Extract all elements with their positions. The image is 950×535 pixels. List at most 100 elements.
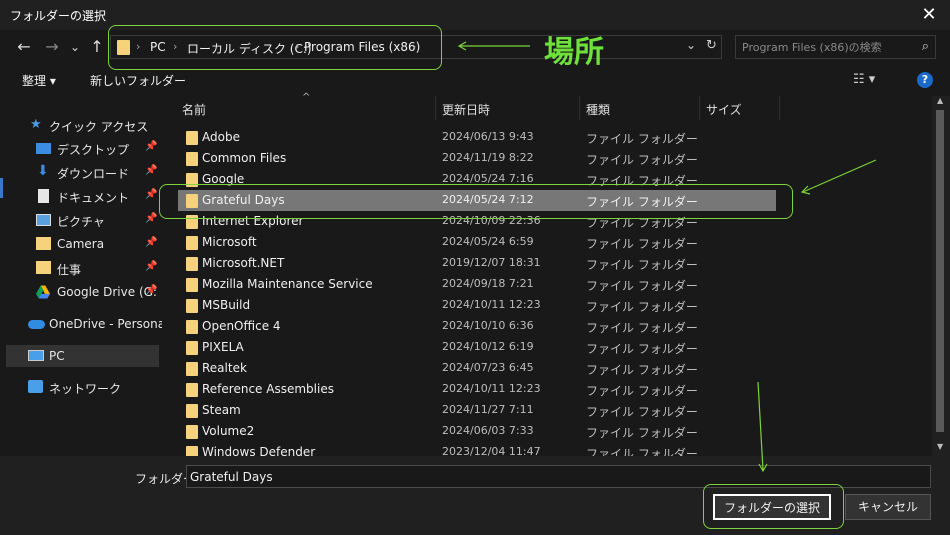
folder-type: ファイル フォルダー xyxy=(586,258,698,272)
column-divider[interactable] xyxy=(779,96,780,120)
refresh-icon[interactable]: ↻ xyxy=(706,38,717,53)
folder-type: ファイル フォルダー xyxy=(586,405,698,419)
pin-icon[interactable]: 📌 xyxy=(145,141,157,152)
nav-item-label: ネットワーク xyxy=(49,382,122,396)
help-icon[interactable]: ? xyxy=(917,72,933,88)
folder-name: Adobe xyxy=(202,130,240,144)
folder-icon xyxy=(186,152,198,166)
nav-item-pc[interactable]: PC xyxy=(6,345,159,367)
pc-icon xyxy=(28,350,44,361)
column-divider[interactable] xyxy=(435,96,436,120)
folder-row[interactable]: Realtek 2024/07/23 6:45 ファイル フォルダー xyxy=(178,358,776,379)
folder-icon xyxy=(186,404,198,418)
nav-item-label: クイック アクセス xyxy=(49,120,149,134)
scroll-up-icon[interactable]: ▲ xyxy=(937,96,943,105)
folder-date: 2024/11/19 8:22 xyxy=(442,151,534,164)
focus-indicator xyxy=(0,178,3,198)
folder-row[interactable]: Mozilla Maintenance Service 2024/09/18 7… xyxy=(178,274,776,295)
nav-item-work[interactable]: 仕事 📌 xyxy=(0,257,162,279)
folder-date: 2024/11/27 7:11 xyxy=(442,403,534,416)
nav-item-label: 仕事 xyxy=(57,263,82,277)
search-icon[interactable]: ⌕ xyxy=(922,39,929,54)
organize-button[interactable]: 整理 ▾ xyxy=(22,72,56,89)
folder-name: Volume2 xyxy=(202,424,255,438)
folder-name: Microsoft.NET xyxy=(202,256,285,270)
nav-item-downloads[interactable]: ⬇ ダウンロード 📌 xyxy=(0,161,162,183)
folder-row[interactable]: OpenOffice 4 2024/10/10 6:36 ファイル フォルダー xyxy=(178,316,776,337)
scroll-down-icon[interactable]: ▼ xyxy=(937,442,943,451)
nav-item-quick-access[interactable]: ★ クイック アクセス xyxy=(0,114,162,136)
folder-date: 2019/12/07 18:31 xyxy=(442,256,541,269)
view-options-icon[interactable]: ☷ ▾ xyxy=(853,72,875,87)
navigation-pane: ★ クイック アクセス デスクトップ 📌 ⬇ ダウンロード 📌 ドキュメント 📌… xyxy=(0,96,168,456)
annotation-box-select-button xyxy=(703,484,844,529)
pin-icon[interactable]: 📌 xyxy=(145,237,157,248)
folder-icon xyxy=(36,237,51,250)
folder-row[interactable]: Adobe 2024/06/13 9:43 ファイル フォルダー xyxy=(178,127,776,148)
folder-icon xyxy=(186,341,198,355)
scrollbar-thumb[interactable] xyxy=(936,110,944,432)
folder-row[interactable]: Windows Defender 2023/12/04 11:47 ファイル フ… xyxy=(178,442,776,456)
folder-row[interactable]: MSBuild 2024/10/11 12:23 ファイル フォルダー xyxy=(178,295,776,316)
column-header-type[interactable]: 種類 xyxy=(586,101,610,118)
search-box[interactable]: ⌕ xyxy=(735,35,936,59)
folder-icon xyxy=(186,278,198,292)
nav-item-documents[interactable]: ドキュメント 📌 xyxy=(0,185,162,207)
picture-icon xyxy=(36,214,51,226)
folder-type: ファイル フォルダー xyxy=(586,447,698,456)
nav-item-google-drive[interactable]: Google Drive (G: 📌 xyxy=(0,281,162,303)
folder-type: ファイル フォルダー xyxy=(586,321,698,335)
folder-row[interactable]: Volume2 2024/06/03 7:33 ファイル フォルダー xyxy=(178,421,776,442)
folder-row[interactable]: Common Files 2024/11/19 8:22 ファイル フォルダー xyxy=(178,148,776,169)
folder-type: ファイル フォルダー xyxy=(586,153,698,167)
folder-icon xyxy=(186,446,198,456)
folder-icon xyxy=(186,299,198,313)
folder-type: ファイル フォルダー xyxy=(586,426,698,440)
nav-item-label: OneDrive - Personal xyxy=(49,317,169,331)
folder-date: 2023/12/04 11:47 xyxy=(442,445,541,456)
column-divider[interactable] xyxy=(699,96,700,120)
search-input[interactable] xyxy=(742,39,912,56)
vertical-scrollbar[interactable]: ▲ ▼ xyxy=(932,96,950,456)
folder-icon xyxy=(186,425,198,439)
nav-item-camera[interactable]: Camera 📌 xyxy=(0,233,162,255)
desktop-icon xyxy=(36,143,51,154)
folder-row[interactable]: Steam 2024/11/27 7:11 ファイル フォルダー xyxy=(178,400,776,421)
pin-icon[interactable]: 📌 xyxy=(145,189,157,200)
nav-item-pictures[interactable]: ピクチャ 📌 xyxy=(0,209,162,231)
column-header-date[interactable]: 更新日時 xyxy=(442,101,490,118)
new-folder-button[interactable]: 新しいフォルダー xyxy=(90,72,186,89)
folder-name: MSBuild xyxy=(202,298,251,312)
cancel-button[interactable]: キャンセル xyxy=(845,494,931,520)
document-icon xyxy=(38,189,49,203)
folder-row[interactable]: Microsoft 2024/05/24 6:59 ファイル フォルダー xyxy=(178,232,776,253)
column-header-size[interactable]: サイズ xyxy=(706,101,742,118)
pin-icon[interactable]: 📌 xyxy=(145,213,157,224)
pin-icon[interactable]: 📌 xyxy=(145,285,157,296)
up-arrow-icon[interactable]: ↑ xyxy=(88,36,106,58)
pin-icon[interactable]: 📌 xyxy=(145,165,157,176)
folder-date: 2024/09/18 7:21 xyxy=(442,277,534,290)
onedrive-icon xyxy=(28,320,45,329)
folder-name: Realtek xyxy=(202,361,247,375)
nav-item-desktop[interactable]: デスクトップ 📌 xyxy=(0,137,162,159)
nav-item-onedrive[interactable]: OneDrive - Personal xyxy=(0,313,168,335)
nav-item-network[interactable]: ネットワーク xyxy=(0,376,162,398)
folder-date: 2024/10/11 12:23 xyxy=(442,298,541,311)
folder-date: 2024/07/23 6:45 xyxy=(442,361,534,374)
folder-row[interactable]: PIXELA 2024/10/12 6:19 ファイル フォルダー xyxy=(178,337,776,358)
forward-arrow-icon[interactable]: → xyxy=(42,36,62,58)
folder-type: ファイル フォルダー xyxy=(586,342,698,356)
folder-row[interactable]: Microsoft.NET 2019/12/07 18:31 ファイル フォルダ… xyxy=(178,253,776,274)
folder-date: 2024/10/12 6:19 xyxy=(442,340,534,353)
folder-row[interactable]: Reference Assemblies 2024/10/11 12:23 ファ… xyxy=(178,379,776,400)
folder-type: ファイル フォルダー xyxy=(586,300,698,314)
recent-locations-chevron-icon[interactable]: ⌄ xyxy=(68,36,82,58)
close-icon[interactable]: ✕ xyxy=(916,2,942,28)
chevron-down-icon[interactable]: ⌄ xyxy=(686,38,696,52)
column-header-name[interactable]: 名前 xyxy=(182,101,206,118)
pin-icon[interactable]: 📌 xyxy=(145,261,157,272)
back-arrow-icon[interactable]: ← xyxy=(14,36,34,58)
column-divider[interactable] xyxy=(579,96,580,120)
folder-date: 2024/06/13 9:43 xyxy=(442,130,534,143)
